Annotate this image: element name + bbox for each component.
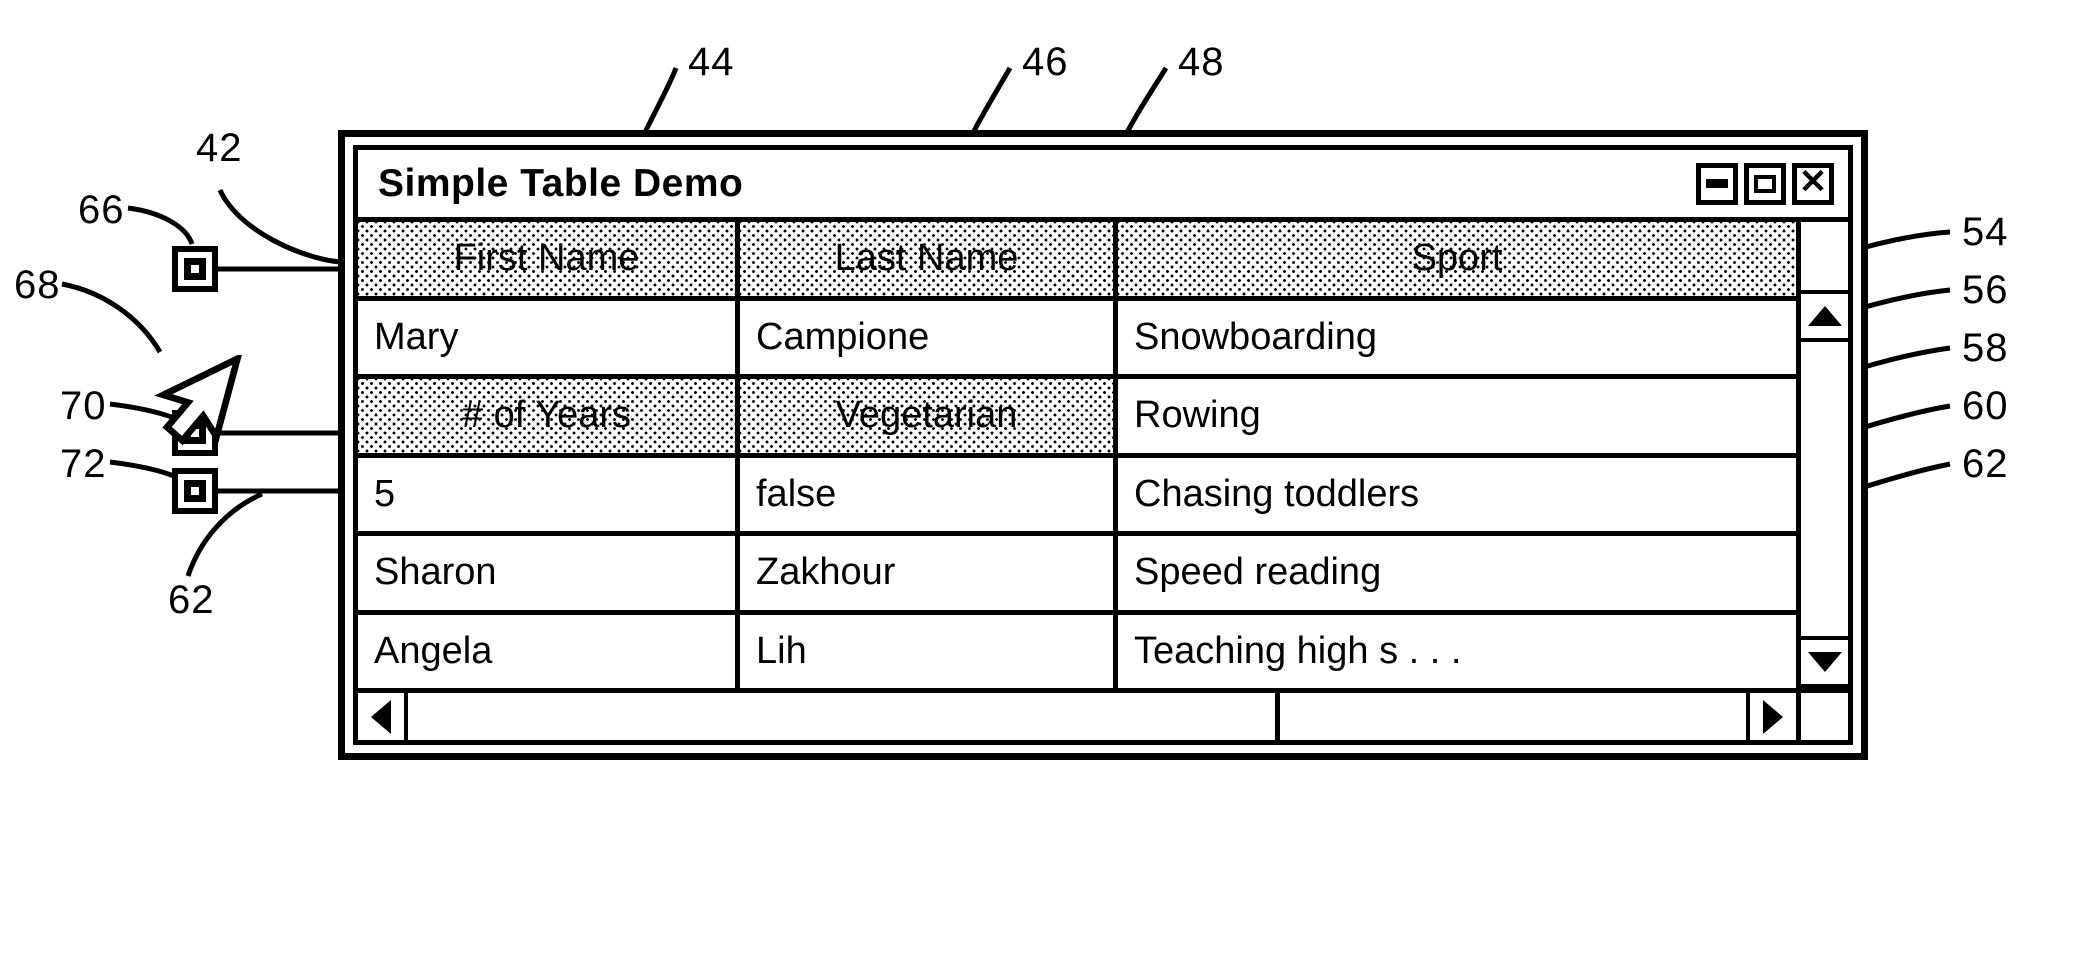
close-button[interactable]: ✕: [1792, 162, 1834, 205]
scrollbar-corner: [1796, 693, 1848, 740]
vertical-scrollbar-header-gap: [1801, 222, 1848, 290]
scroll-down-button[interactable]: [1801, 636, 1848, 688]
nested-column-header-vegetarian[interactable]: Vegetarian: [740, 379, 1118, 453]
table-cell[interactable]: Campione: [740, 300, 1118, 374]
scroll-up-icon: [1807, 306, 1842, 326]
ref-numeral-60-right: 60: [1962, 384, 2009, 428]
table-row[interactable]: Mary Campione Snowboarding: [358, 300, 1796, 379]
ref-numeral-58: 58: [1962, 326, 2009, 370]
ref-numeral-72: 72: [60, 442, 107, 486]
ref-numeral-66: 66: [78, 188, 125, 232]
leader-42: [217, 188, 341, 265]
table-cell[interactable]: false: [740, 457, 1118, 531]
table-cell[interactable]: Speed reading: [1118, 536, 1796, 610]
window-controls: ✕: [1696, 162, 1834, 205]
table-cell[interactable]: Rowing: [1118, 379, 1796, 453]
table-cell[interactable]: Teaching high s . . .: [1118, 615, 1796, 689]
scroll-down-icon: [1807, 652, 1842, 672]
ref-numeral-62-right: 62: [1962, 442, 2009, 486]
ref-numeral-68: 68: [14, 263, 61, 307]
scroll-left-button[interactable]: [358, 693, 408, 740]
maximize-button[interactable]: [1744, 162, 1786, 205]
nested-column-header-years[interactable]: # of Years: [358, 379, 740, 453]
ref-numeral-46: 46: [1022, 40, 1069, 84]
window-inner-frame: Simple Table Demo ✕ First Name Last Name…: [353, 145, 1853, 745]
vertical-scrollbar-track[interactable]: [1801, 342, 1848, 636]
table-header-row: First Name Last Name Sport: [358, 222, 1796, 301]
ref-numeral-42: 42: [196, 126, 243, 170]
application-window: Simple Table Demo ✕ First Name Last Name…: [338, 130, 1868, 760]
scroll-right-button[interactable]: [1746, 693, 1796, 740]
scroll-up-button[interactable]: [1801, 290, 1848, 342]
leader-68: [61, 281, 163, 354]
ref-numeral-44: 44: [688, 40, 735, 84]
scroll-left-icon: [371, 699, 391, 734]
table-cell[interactable]: Mary: [358, 300, 740, 374]
close-icon: ✕: [1798, 162, 1828, 201]
ref-numeral-62-bottom: 62: [168, 578, 215, 622]
title-bar: Simple Table Demo ✕: [358, 150, 1848, 222]
table-row-nested-header[interactable]: # of Years Vegetarian Rowing: [358, 379, 1796, 458]
column-header-sport[interactable]: Sport: [1118, 222, 1796, 296]
table-viewport: First Name Last Name Sport Mary Campione…: [358, 222, 1848, 688]
minimize-icon: [1706, 179, 1728, 188]
ref-numeral-70: 70: [60, 384, 107, 428]
table-cell[interactable]: Chasing toddlers: [1118, 458, 1796, 532]
mouse-cursor-icon: [154, 355, 242, 446]
maximize-icon: [1754, 174, 1776, 193]
table-area: First Name Last Name Sport Mary Campione…: [358, 222, 1848, 740]
table-cell[interactable]: Sharon: [358, 536, 740, 610]
row-selector-checkbox-72[interactable]: [172, 468, 218, 514]
table-cell[interactable]: Lih: [740, 614, 1118, 688]
column-header-last-name[interactable]: Last Name: [740, 222, 1118, 296]
table-cell[interactable]: Zakhour: [740, 536, 1118, 610]
ref-numeral-54: 54: [1962, 210, 2009, 254]
table-row[interactable]: 5 false Chasing toddlers: [358, 457, 1796, 536]
horizontal-scrollbar-thumb[interactable]: [408, 693, 1280, 740]
leader-66: [127, 205, 195, 246]
vertical-scrollbar[interactable]: [1796, 222, 1848, 688]
column-header-first-name[interactable]: First Name: [358, 222, 740, 296]
ref-numeral-56: 56: [1962, 268, 2009, 312]
minimize-button[interactable]: [1696, 162, 1738, 205]
horizontal-scrollbar-track[interactable]: [1280, 693, 1746, 740]
row-selector-checkbox-66[interactable]: [172, 246, 218, 292]
window-title: Simple Table Demo: [378, 161, 744, 205]
data-table: First Name Last Name Sport Mary Campione…: [358, 222, 1796, 688]
table-row[interactable]: Sharon Zakhour Speed reading: [358, 536, 1796, 615]
horizontal-scrollbar[interactable]: [358, 688, 1848, 740]
table-cell[interactable]: Angela: [358, 614, 740, 688]
scroll-right-icon: [1763, 699, 1783, 734]
table-cell[interactable]: 5: [358, 457, 740, 531]
ref-numeral-48: 48: [1178, 40, 1225, 84]
table-row[interactable]: Angela Lih Teaching high s . . .: [358, 614, 1796, 689]
table-cell[interactable]: Snowboarding: [1118, 301, 1796, 375]
